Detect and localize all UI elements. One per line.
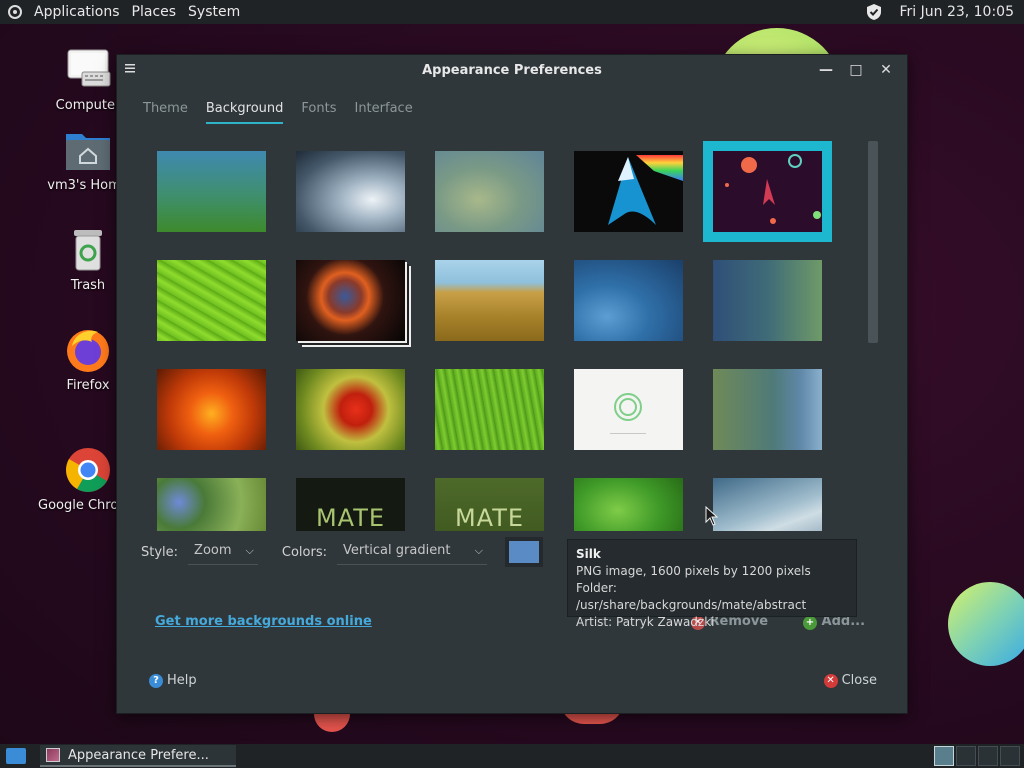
workspace-4[interactable] [1000,746,1020,766]
colors-dropdown[interactable]: Vertical gradient ⌵ [336,539,487,565]
workspace-2[interactable] [956,746,976,766]
grid-scrollbar[interactable] [868,141,878,343]
chrome-icon [64,446,112,494]
wallpaper-thumb[interactable] [703,141,832,242]
wallpaper-thumb[interactable] [157,260,266,341]
style-label: Style: [141,544,179,560]
wallpaper-tooltip: Silk PNG image, 1600 pixels by 1200 pixe… [567,539,857,629]
menu-applications[interactable]: Applications [34,4,120,20]
color-swatch [508,541,539,563]
wallpaper-thumb[interactable] [296,260,405,341]
maximize-icon[interactable]: □ [845,59,867,81]
tooltip-line: PNG image, 1600 pixels by 1200 pixels [576,564,811,578]
chevron-down-icon: ⌵ [245,543,254,557]
close-button[interactable]: ✕ Close [823,673,877,688]
minimize-icon[interactable]: — [815,59,837,81]
colors-label: Colors: [281,544,327,560]
wallpaper-thumb[interactable] [574,478,683,531]
tab-fonts[interactable]: Fonts [301,101,336,124]
wallpaper-thumb[interactable] [713,369,822,450]
background-options: Style: Zoom ⌵ Colors: Vertical gradient … [141,537,543,567]
appearance-app-icon [46,748,60,762]
wallpaper-thumb[interactable] [574,369,683,450]
wallpaper-thumb[interactable] [713,478,822,531]
wallpaper-thumb[interactable] [435,369,544,450]
color-swatch-button[interactable] [504,537,543,567]
chevron-down-icon: ⌵ [474,543,483,557]
colors-value: Vertical gradient [342,543,451,558]
wallpaper-grid: MATE MATE [141,137,891,531]
titlebar[interactable]: Appearance Preferences — □ ✕ [117,55,907,85]
wallpaper-thumb[interactable] [157,151,266,232]
shield-icon[interactable] [865,3,883,21]
help-icon: ? [149,673,163,688]
distro-logo-icon[interactable] [8,5,22,19]
mate-wallpaper-text: MATE [454,504,525,531]
taskbar-item-label: Appearance Prefere... [68,747,209,763]
computer-icon [64,46,112,94]
window-title: Appearance Preferences [422,62,602,78]
tooltip-line: Folder: /usr/share/backgrounds/mate/abst… [576,581,807,612]
mouse-pointer-icon [705,506,719,526]
wallpaper-thumb[interactable] [713,260,822,341]
bottom-panel: Appearance Prefere... [0,744,1024,768]
close-icon[interactable]: ✕ [875,59,897,81]
tooltip-line: Artist: Patryk Zawadzki [576,615,715,629]
window-menu-icon[interactable] [125,63,135,73]
tab-theme[interactable]: Theme [143,101,188,124]
wallpaper-thumb[interactable] [157,478,266,531]
get-more-backgrounds-link[interactable]: Get more backgrounds online [155,614,372,629]
wallpaper-thumb[interactable] [574,260,683,341]
tab-interface[interactable]: Interface [354,101,412,124]
show-desktop-icon[interactable] [6,748,26,764]
help-label: Help [167,673,197,688]
taskbar-item-appearance[interactable]: Appearance Prefere... [40,745,236,767]
close-circle-icon: ✕ [823,673,838,688]
workspace-3[interactable] [978,746,998,766]
close-label: Close [841,673,877,688]
wallpaper-thumb[interactable] [296,151,405,232]
wallpaper-thumb[interactable]: MATE [296,478,405,531]
home-folder-icon [64,126,112,174]
menu-system[interactable]: System [188,4,240,20]
mate-wallpaper-text: MATE [315,504,386,531]
workspace-1[interactable] [934,746,954,766]
wallpaper-thumb[interactable] [435,260,544,341]
wallpaper-thumb[interactable]: MATE [435,478,544,531]
workspace-switcher [934,746,1020,766]
wallpaper-thumb[interactable] [435,151,544,232]
trash-icon [64,226,112,274]
appearance-preferences-window: Appearance Preferences — □ ✕ Theme Backg… [117,55,907,713]
wallpaper-circle [948,582,1024,666]
wallpaper-thumb[interactable] [296,369,405,450]
style-value: Zoom [194,543,232,558]
firefox-icon [64,326,112,374]
clock[interactable]: Fri Jun 23, 10:05 [899,4,1014,20]
style-dropdown[interactable]: Zoom ⌵ [188,539,258,565]
menu-places[interactable]: Places [132,4,177,20]
tab-background[interactable]: Background [205,101,284,124]
top-panel: Applications Places System Fri Jun 23, 1… [0,0,1024,24]
tab-bar: Theme Background Fonts Interface [143,101,413,124]
tooltip-title: Silk [576,547,601,561]
wallpaper-thumb[interactable] [574,151,683,232]
wallpaper-thumb[interactable] [157,369,266,450]
help-button[interactable]: ? Help [149,673,197,688]
